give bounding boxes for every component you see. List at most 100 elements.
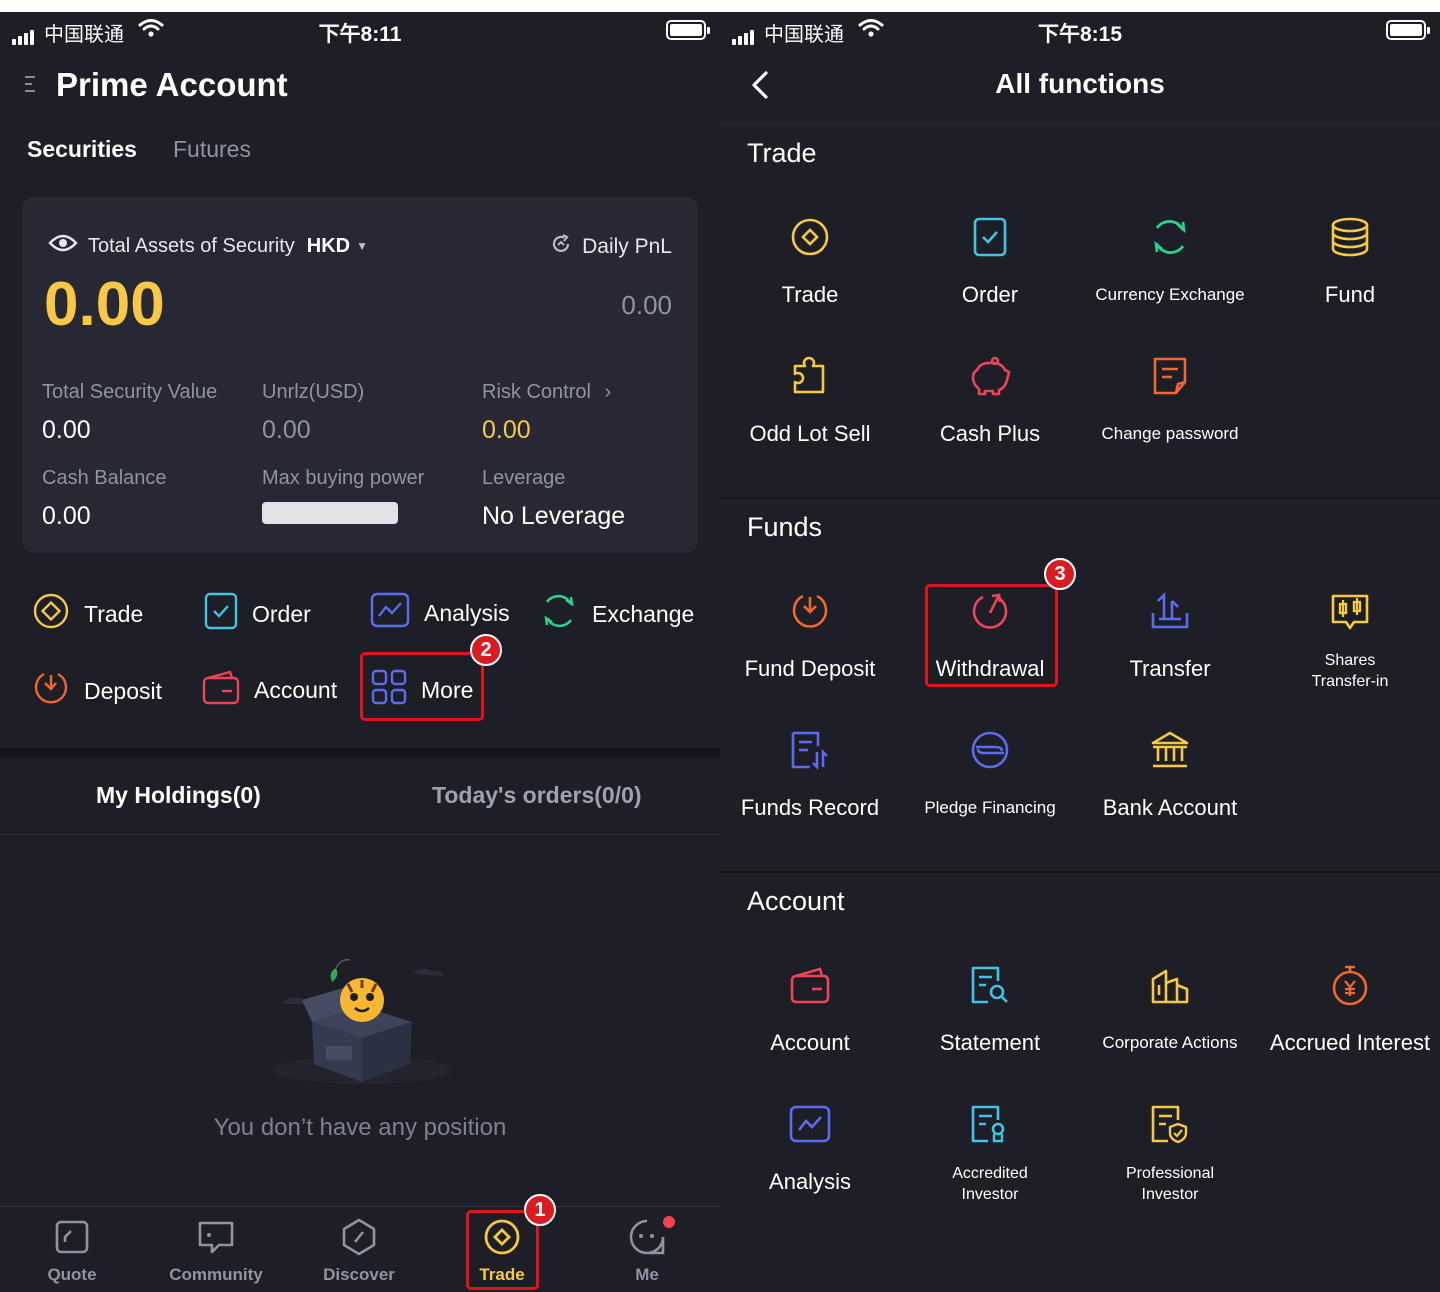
bottom-tab-bar: Quote Community Discover Trade Me — [0, 1206, 720, 1292]
highlight-trade-tab — [466, 1210, 539, 1290]
fn-analysis[interactable]: Analysis — [720, 1101, 900, 1195]
fn-label: Odd Lot Sell — [749, 421, 871, 446]
tabs-underline — [0, 834, 720, 835]
quick-label: Order — [252, 600, 311, 627]
fn-account[interactable]: Account — [720, 962, 900, 1056]
metric-value: 0.00 — [42, 502, 91, 530]
section-title-account: Account — [747, 886, 845, 916]
eye-icon[interactable] — [48, 233, 78, 259]
empty-state-text: You don’t have any position — [213, 1114, 507, 1141]
trade-icon — [32, 592, 70, 636]
coins-icon — [1330, 217, 1370, 262]
tab-discover[interactable]: Discover — [309, 1218, 409, 1285]
tab-community[interactable]: Community — [166, 1219, 266, 1285]
metric-risk-control[interactable]: Risk Control › 0.00 — [482, 381, 611, 445]
metric-value: 0.00 — [42, 416, 91, 444]
exchange-icon — [1150, 217, 1190, 262]
battery-icon — [666, 20, 710, 40]
section-divider — [720, 871, 1440, 873]
statement-search-icon — [970, 965, 1010, 1010]
analysis-icon — [370, 592, 410, 634]
fn-cash-plus[interactable]: Cash Plus — [900, 353, 1080, 447]
notification-dot — [663, 1216, 675, 1228]
hexagon-icon — [341, 1218, 377, 1261]
fn-accrued-interest[interactable]: Accrued Interest — [1260, 962, 1440, 1056]
asset-card: Total Assets of Security HKD ▼ Daily PnL… — [22, 197, 698, 553]
quick-account-button[interactable]: Account — [202, 669, 337, 711]
highlight-withdrawal — [925, 584, 1058, 687]
fn-transfer[interactable]: Transfer — [1080, 588, 1260, 682]
tab-todays-orders[interactable]: Today's orders(0/0) — [432, 782, 642, 809]
step-badge-1: 1 — [524, 1194, 556, 1226]
building-icon — [1150, 965, 1190, 1010]
battery-icon — [1386, 20, 1430, 40]
fn-order[interactable]: Order — [900, 214, 1080, 308]
metric-value: No Leverage — [482, 502, 626, 530]
metric-label: Max buying power — [262, 467, 425, 489]
metric-label: Total Security Value — [42, 381, 218, 403]
clock: 下午8:11 — [318, 23, 402, 46]
fn-bank-account[interactable]: Bank Account — [1080, 727, 1260, 821]
metric-label: Unrlz(USD) — [262, 381, 365, 403]
profile-icon — [628, 1218, 666, 1261]
fn-label: Accrued Interest — [1269, 1030, 1431, 1055]
tab-my-holdings[interactable]: My Holdings(0) — [96, 782, 261, 809]
deposit-icon — [32, 669, 70, 713]
fn-label: Trade — [781, 282, 839, 307]
quick-order-button[interactable]: Order — [204, 592, 311, 636]
header-divider — [720, 123, 1440, 124]
record-icon — [790, 730, 830, 775]
deposit-icon — [790, 591, 830, 636]
tab-me[interactable]: Me — [597, 1219, 697, 1285]
fn-label: Cash Plus — [939, 421, 1041, 446]
fn-change-password[interactable]: Change password — [1080, 353, 1260, 447]
interest-timer-icon — [1330, 964, 1370, 1011]
chevron-right-icon: › — [604, 381, 612, 403]
currency-selector[interactable]: HKD — [307, 235, 350, 258]
quick-trade-button[interactable]: Trade — [32, 592, 143, 636]
fn-fund[interactable]: Fund — [1260, 214, 1440, 308]
trade-icon — [790, 217, 830, 262]
metric-leverage: Leverage No Leverage — [482, 467, 625, 531]
quick-exchange-button[interactable]: Exchange — [540, 592, 694, 636]
wallet-icon — [790, 966, 830, 1009]
all-functions-screen: 中国联通 下午8:15 All functions Trade Trade Or… — [720, 12, 1440, 1292]
quick-label: Analysis — [424, 599, 510, 626]
puzzle-icon — [791, 356, 829, 401]
tab-futures[interactable]: Futures — [173, 136, 251, 163]
status-bar: 中国联通 下午8:15 — [720, 12, 1440, 50]
chat-icon — [197, 1219, 235, 1260]
order-icon — [973, 217, 1007, 262]
fn-fund-deposit[interactable]: Fund Deposit — [720, 588, 900, 682]
tab-quote[interactable]: Quote — [22, 1219, 122, 1285]
tab-securities[interactable]: Securities — [27, 136, 137, 163]
fn-funds-record[interactable]: Funds Record — [720, 727, 900, 821]
fn-corporate-actions[interactable]: Corporate Actions — [1080, 962, 1260, 1056]
top-strip — [0, 0, 1440, 12]
quick-deposit-button[interactable]: Deposit — [32, 669, 162, 713]
fn-currency-exchange[interactable]: Currency Exchange — [1080, 214, 1260, 308]
refresh-icon — [550, 233, 572, 261]
tab-label: Discover — [323, 1265, 395, 1284]
tab-label: Quote — [47, 1265, 97, 1284]
page-title: Prime Account — [56, 66, 288, 103]
fn-shares-transfer-in[interactable]: Shares Transfer-in — [1260, 588, 1440, 692]
bank-icon — [1150, 730, 1190, 775]
fn-professional-investor[interactable]: Professional Investor — [1080, 1101, 1260, 1205]
quick-analysis-button[interactable]: Analysis — [370, 592, 510, 634]
analysis-icon — [789, 1105, 831, 1148]
daily-pnl-label: Daily PnL — [582, 235, 672, 258]
daily-pnl-header[interactable]: Daily PnL — [550, 233, 672, 261]
total-assets-value: 0.00 — [44, 270, 165, 339]
fn-trade[interactable]: Trade — [720, 214, 900, 308]
menu-icon[interactable] — [25, 76, 35, 97]
fn-odd-lot-sell[interactable]: Odd Lot Sell — [720, 353, 900, 447]
total-assets-label: Total Assets of Security — [88, 234, 295, 257]
fn-statement[interactable]: Statement — [900, 962, 1080, 1056]
total-assets-header[interactable]: Total Assets of Security HKD ▼ — [48, 233, 368, 259]
fn-pledge-financing[interactable]: Pledge Financing — [900, 727, 1080, 821]
fn-label: Transfer — [1129, 656, 1211, 681]
redacted-value — [262, 502, 398, 524]
fn-accredited-investor[interactable]: Accredited Investor — [900, 1101, 1080, 1205]
caret-down-icon: ▼ — [356, 239, 368, 253]
